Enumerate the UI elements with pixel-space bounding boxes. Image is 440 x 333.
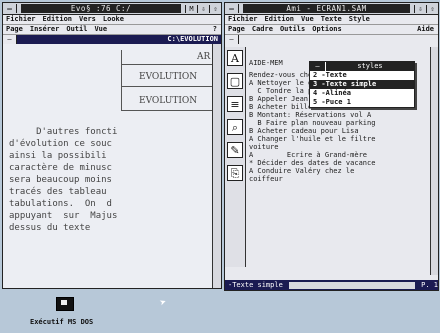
mouse-pointer-icon: ➤ [157,295,169,310]
right-scrollbar[interactable] [430,47,438,275]
horizontal-scrollbar[interactable] [288,281,416,289]
maximize-icon[interactable]: ⇧ [209,4,221,13]
left-command-bar: — C:\EVOLUTION [3,35,221,44]
copy-tool-icon[interactable]: ⎘ [227,165,243,181]
frame-line [121,64,221,65]
draw-tool-icon[interactable]: ✎ [227,142,243,158]
left-window: — Evo§ :76 C:/ M ⇩ ⇧ Fichier Edition Ver… [2,2,222,289]
left-titlebar[interactable]: — Evo§ :76 C:/ M ⇩ ⇧ [3,3,221,15]
style-option[interactable]: 5 -Puce 1 [310,98,414,107]
frame-line [121,110,221,111]
left-menubar: Fichier Edition Vers Looke [3,15,221,25]
dos-executive-label[interactable]: Exécutif MS DOS [30,318,93,326]
frame-line [121,50,122,110]
style-option[interactable]: 2 -Texte [310,71,414,80]
toolbox: A ▢ ≡ ⌕ ✎ ⎘ [225,47,246,267]
menu-page[interactable]: Page [6,25,23,34]
menu-looke[interactable]: Looke [103,15,124,24]
system-menu-icon[interactable]: — [225,4,239,13]
maximize-icon[interactable]: ⇧ [426,4,438,13]
menu-fichier[interactable]: Fichier [6,15,36,24]
path-field[interactable]: C:\EVOLUTION [17,35,221,44]
system-menu-icon[interactable]: — [3,4,17,13]
frame-tool-icon[interactable]: ▢ [227,73,243,89]
menu-texte[interactable]: Texte [321,15,342,24]
left-title-extra: M [185,4,197,13]
menu-edition[interactable]: Edition [265,15,295,24]
right-window-title: Ami - ECRAN1.SAM [243,4,410,13]
menu-vue[interactable]: Vue [301,15,314,24]
left-submenubar: Page Insérer Outil Vue ? [3,25,221,35]
body-text: D'autres foncti d'évolution ce souc ainsi … [9,127,118,233]
menu-vue[interactable]: Vue [94,25,107,34]
menu-inserer[interactable]: Insérer [30,25,60,34]
page-indicator: P. 1 [421,281,438,289]
left-document[interactable]: AR EVOLUTION EVOLUTION D'autres foncti d'… [3,44,221,288]
right-window: — Ami - ECRAN1.SAM ⇩ ⇧ Fichier Edition V… [224,2,439,291]
menu-cadre[interactable]: Cadre [252,25,273,34]
right-command-bar: — [225,35,438,44]
lines-tool-icon[interactable]: ≡ [227,96,243,112]
menu-help[interactable]: ? [213,25,221,34]
styles-popup: — styles 2 -Texte 3 -Texte simple 4 -Ali… [309,61,415,108]
doc-menu-icon[interactable]: — [3,35,17,44]
menu-fichier[interactable]: Fichier [228,15,258,24]
box-label: AR [197,52,211,62]
styles-popup-header[interactable]: — styles [310,62,414,71]
styles-title: styles [357,62,383,70]
box-label: EVOLUTION [139,72,198,82]
menu-aide[interactable]: Aide [417,25,438,34]
status-bar: -Texte simple P. 1 [225,280,438,290]
left-window-title: Evo§ :76 C:/ [21,4,181,13]
menu-outil[interactable]: Outil [66,25,87,34]
left-scrollbar[interactable] [212,44,221,288]
style-option[interactable]: 4 -Alinéa [310,89,414,98]
text-tool-icon[interactable]: A [227,50,243,66]
menu-options[interactable]: Options [312,25,342,34]
style-option-selected[interactable]: 3 -Texte simple [310,80,414,89]
menu-outils[interactable]: Outils [280,25,305,34]
right-submenubar: Page Cadre Outils Options Aide [225,25,438,35]
minimize-icon[interactable]: ⇩ [414,4,426,13]
box-label: EVOLUTION [139,96,198,106]
current-style[interactable]: -Texte simple [228,281,283,289]
menu-vers[interactable]: Vers [79,15,96,24]
right-titlebar[interactable]: — Ami - ECRAN1.SAM ⇩ ⇧ [225,3,438,15]
minimize-icon[interactable]: ⇩ [197,4,209,13]
menu-edition[interactable]: Edition [43,15,73,24]
menu-style[interactable]: Style [349,15,370,24]
frame-line [121,86,221,87]
doc-menu-icon[interactable]: — [225,35,239,44]
popup-menu-icon[interactable]: — [310,62,326,71]
menu-page[interactable]: Page [228,25,245,34]
zoom-tool-icon[interactable]: ⌕ [227,119,243,135]
dos-executive-icon[interactable] [56,297,74,311]
right-menubar: Fichier Edition Vue Texte Style [225,15,438,25]
